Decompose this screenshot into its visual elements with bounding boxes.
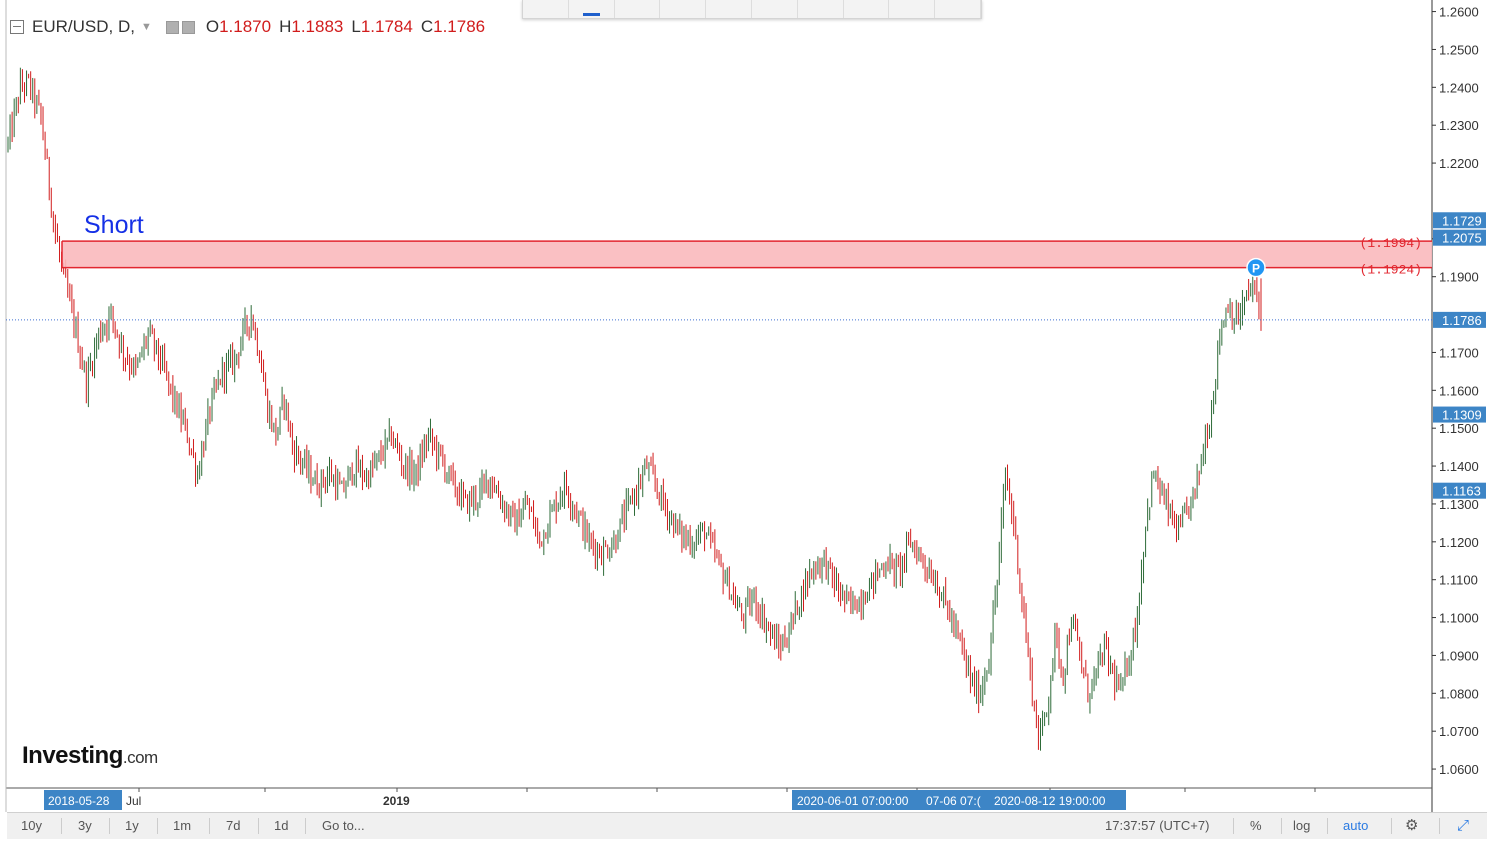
zone-bottom-price-label: (1.1924) [1360, 263, 1422, 278]
open-value: 1.1870 [219, 17, 272, 36]
y-tick-label: 1.2300 [1439, 118, 1479, 133]
y-tick-label: 1.2500 [1439, 42, 1479, 57]
collapse-legend-icon[interactable] [10, 20, 24, 34]
y-tick-label: 1.1500 [1439, 421, 1479, 436]
y-tick-label: 1.2200 [1439, 156, 1479, 171]
divider [1281, 818, 1282, 834]
date-tag-label: 07-06 07:( [926, 794, 981, 808]
x-tick-label: 2019 [383, 794, 410, 808]
pattern-tool-icon[interactable] [660, 0, 707, 18]
range-1y-button[interactable]: 1y [125, 817, 139, 835]
y-tick-label: 1.0700 [1439, 724, 1479, 739]
close-value: 1.1786 [433, 17, 486, 36]
fullscreen-icon[interactable]: ⤢ [1457, 817, 1469, 835]
y-tick-label: 1.1900 [1439, 270, 1479, 285]
chevron-down-icon[interactable]: ▼ [141, 21, 152, 33]
divider [1439, 818, 1440, 834]
logo-suffix: .com [122, 748, 158, 767]
bottom-toolbar: 10y 3y 1y 1m 7d 1d Go to... 17:37:57 (UT… [7, 812, 1487, 839]
y-tick-label: 1.2600 [1439, 5, 1479, 20]
chart-area[interactable]: 1.26001.25001.24001.23001.22001.20001.19… [0, 0, 1487, 846]
price-tag-label: 1.1309 [1442, 408, 1482, 423]
divider [157, 818, 158, 834]
open-key: O [205, 17, 220, 36]
text-tool-icon[interactable] [569, 0, 615, 18]
close-key: C [420, 17, 434, 36]
range-1d-button[interactable]: 1d [274, 817, 288, 835]
date-tag-label: 2020-06-01 07:00:00 [797, 794, 909, 808]
y-tick-label: 1.1600 [1439, 383, 1479, 398]
divider [1327, 818, 1328, 834]
divider [1233, 818, 1234, 834]
legend-header: EUR/USD, D, ▼ O 1.1870 H 1.1883 L 1.1784 C1… [10, 16, 485, 38]
settings-icon[interactable] [181, 20, 195, 34]
brush-tool-icon[interactable] [615, 0, 661, 18]
y-tick-label: 1.1000 [1439, 611, 1479, 626]
range-7d-button[interactable]: 7d [226, 817, 240, 835]
symbol-label[interactable]: EUR/USD, D, [32, 17, 135, 37]
clock-readout[interactable]: 17:37:57 (UTC+7) [1105, 817, 1209, 835]
lock-tool-icon[interactable] [844, 0, 890, 18]
goto-button[interactable]: Go to... [322, 817, 365, 835]
drawing-toolbar [522, 0, 982, 19]
gear-icon[interactable]: ⚙ [1405, 817, 1418, 835]
pivot-marker-label: P [1252, 262, 1260, 276]
auto-toggle[interactable]: auto [1343, 817, 1368, 835]
high-value: 1.1883 [291, 17, 344, 36]
zone-top-price-label: (1.1994) [1360, 236, 1422, 251]
price-tag-label: 1.1729 [1442, 213, 1482, 228]
price-chart[interactable]: 1.26001.25001.24001.23001.22001.20001.19… [0, 0, 1487, 846]
low-value: 1.1784 [360, 17, 413, 36]
cursor-tool-icon[interactable] [523, 0, 569, 18]
price-tag-label: 1.1786 [1442, 313, 1482, 328]
divider [1391, 818, 1392, 834]
y-tick-label: 1.1200 [1439, 535, 1479, 550]
visibility-tool-icon[interactable] [889, 0, 936, 18]
y-tick-label: 1.1300 [1439, 497, 1479, 512]
divider [258, 818, 259, 834]
high-key: H [279, 17, 292, 36]
percent-toggle[interactable]: % [1250, 817, 1262, 835]
zone-label: Short [84, 211, 144, 239]
divider [61, 818, 62, 834]
eye-icon[interactable] [165, 20, 179, 34]
low-key: L [351, 17, 361, 36]
date-tag-label: 2020-08-12 19:00:00 [994, 794, 1106, 808]
y-tick-label: 1.0800 [1439, 686, 1479, 701]
range-3y-button[interactable]: 3y [78, 817, 92, 835]
y-tick-label: 1.1700 [1439, 345, 1479, 360]
y-tick-label: 1.2400 [1439, 80, 1479, 95]
y-tick-label: 1.1400 [1439, 459, 1479, 474]
delete-tool-icon[interactable] [935, 0, 981, 18]
price-tag-label: 1.2075 [1442, 231, 1482, 246]
range-1m-button[interactable]: 1m [173, 817, 191, 835]
copy-tool-icon[interactable] [798, 0, 844, 18]
layers-tool-icon[interactable] [752, 0, 798, 18]
date-tag-label: 2018-05-28 [48, 794, 110, 808]
y-tick-label: 1.0600 [1439, 762, 1479, 777]
investing-logo: Investing.com [22, 742, 158, 770]
logo-name: Investing [22, 742, 123, 769]
short-zone-rect[interactable] [62, 241, 1432, 268]
range-10y-button[interactable]: 10y [21, 817, 42, 835]
x-tick-label: Jul [126, 794, 141, 808]
y-tick-label: 1.0900 [1439, 648, 1479, 663]
divider [109, 818, 110, 834]
price-tag-label: 1.1163 [1442, 484, 1481, 499]
log-toggle[interactable]: log [1293, 817, 1310, 835]
y-tick-label: 1.1100 [1439, 573, 1478, 588]
divider [305, 818, 306, 834]
crosshair-tool-icon[interactable] [706, 0, 752, 18]
divider [209, 818, 210, 834]
